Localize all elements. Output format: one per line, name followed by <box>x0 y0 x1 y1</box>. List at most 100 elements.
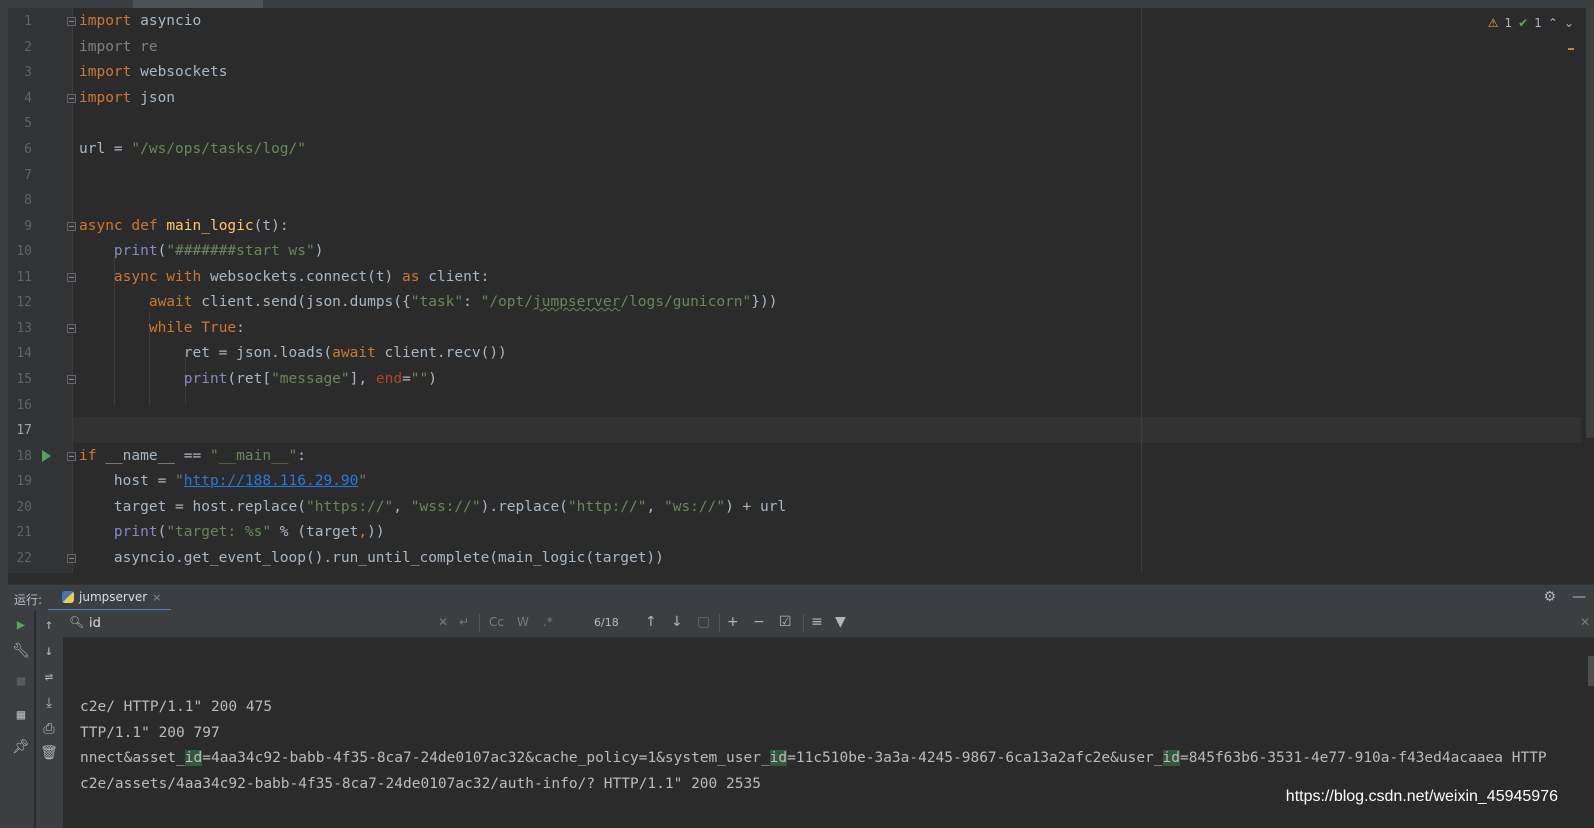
line-number: 16 <box>16 398 32 413</box>
line-number: 10 <box>16 244 32 259</box>
warning-count: 1 <box>1504 16 1513 30</box>
line-number: 13 <box>16 321 32 336</box>
filter-icon[interactable]: ▼ <box>835 614 846 630</box>
code-editor[interactable]: 1 2 3 4 5 6 7 8 9 10 11 12 13 14 15 16 1… <box>8 8 1594 573</box>
code-line-12: await client.send(json.dumps({"task": "/… <box>148 294 778 310</box>
console-line: nnect&asset_id=4aa34c92-babb-4f35-8ca7-2… <box>80 750 1547 766</box>
check-icon: ✔ <box>1518 16 1529 30</box>
arrow-up-icon[interactable]: ↑ <box>40 616 58 634</box>
line-number: 2 <box>24 40 32 55</box>
run-gutter-icon[interactable] <box>42 450 51 462</box>
code-line-19: host = "http://188.116.29.90" <box>79 473 368 489</box>
fold-marker[interactable] <box>67 222 76 231</box>
code-line-14: ret = json.loads(await client.recv()) <box>79 345 507 361</box>
soft-wrap-icon[interactable]: ⇌ <box>40 668 58 686</box>
fold-marker[interactable] <box>67 273 76 282</box>
fold-marker[interactable] <box>67 375 76 384</box>
console-line: c2e/assets/4aa34c92-babb-4f35-8ca7-24de0… <box>80 776 761 792</box>
fold-marker[interactable] <box>67 17 76 26</box>
line-number: 3 <box>24 65 32 80</box>
close-search-icon[interactable]: ✕ <box>1580 615 1590 629</box>
run-panel-title: 运行: <box>14 593 43 607</box>
fold-marker[interactable] <box>67 324 76 333</box>
line-number: 9 <box>24 219 32 234</box>
line-number: 21 <box>16 525 32 540</box>
next-match-icon[interactable]: ↓ <box>671 614 683 630</box>
code-line-22: asyncio.get_event_loop().run_until_compl… <box>79 550 664 566</box>
code-line-9: async def main_logic(t): <box>79 218 289 234</box>
line-number: 19 <box>16 474 32 489</box>
separator <box>719 614 720 632</box>
console-search-bar: 🔍︎ ✕ ↵ Cc W .* 6/18 ↑ ↓ ▢ + − ☑ ≡ ▼ ✕ <box>63 610 1594 638</box>
minimize-icon[interactable]: — <box>1572 589 1586 605</box>
code-line-13: while True: <box>148 320 245 336</box>
regex-toggle[interactable]: .* <box>543 615 553 629</box>
editor-tab-strip[interactable] <box>0 0 1594 8</box>
fold-marker[interactable] <box>67 554 76 563</box>
right-margin-guide <box>1141 8 1142 573</box>
line-number: 1 <box>24 14 32 29</box>
search-match: id <box>184 750 203 766</box>
newline-icon[interactable]: ↵ <box>459 615 469 629</box>
code-line-18: if __name__ == "__main__": <box>79 448 307 464</box>
search-input[interactable] <box>89 614 449 632</box>
search-match: id <box>769 750 788 766</box>
rerun-icon[interactable]: ▶ <box>12 616 30 634</box>
url-link[interactable]: http://188.116.29.90 <box>184 473 359 489</box>
chevron-up-icon[interactable]: ⌃ <box>1548 16 1558 30</box>
line-number: 12 <box>16 295 32 310</box>
whole-word-toggle[interactable]: W <box>517 615 529 629</box>
select-all-icon[interactable]: ▢ <box>697 614 710 630</box>
scroll-to-end-icon[interactable]: ⤓ <box>40 694 58 712</box>
separator <box>479 614 480 632</box>
stop-icon[interactable]: ■ <box>12 672 30 690</box>
line-number: 11 <box>16 270 32 285</box>
wrench-icon[interactable]: 🔧︎ <box>12 642 30 660</box>
watermark: https://blog.csdn.net/weixin_45945976 <box>1285 788 1558 805</box>
line-number: 5 <box>24 116 32 131</box>
fold-marker[interactable] <box>67 94 76 103</box>
code-line-21: print("target: %s" % (target,)) <box>113 524 385 540</box>
python-icon <box>62 591 74 603</box>
match-case-toggle[interactable]: Cc <box>489 615 504 629</box>
gutter-divider <box>72 8 73 573</box>
code-line-4: import json <box>79 90 176 106</box>
inspection-widget[interactable]: ⚠ 1 ✔ 1 ⌃ ⌄ <box>1488 16 1574 30</box>
code-line-11: async with websockets.connect(t) as clie… <box>113 269 490 285</box>
editor-tab-active[interactable] <box>133 0 263 8</box>
add-occurrence-icon[interactable]: + <box>727 614 739 630</box>
code-line-2: import re <box>79 39 158 55</box>
warning-icon: ⚠ <box>1487 16 1499 30</box>
line-number: 4 <box>24 91 32 106</box>
line-number: 8 <box>24 193 32 208</box>
prev-match-icon[interactable]: ↑ <box>645 614 657 630</box>
line-number: 20 <box>16 500 32 515</box>
pin-icon[interactable]: 📌︎ <box>12 738 30 756</box>
select-all-occurrences-icon[interactable]: ☑ <box>779 614 792 630</box>
arrow-down-icon[interactable]: ↓ <box>40 642 58 660</box>
editor-scrollbar[interactable] <box>1586 8 1594 438</box>
layout-icon[interactable]: ▦ <box>12 706 30 724</box>
close-icon[interactable]: × <box>152 591 161 604</box>
warning-scroll-marker[interactable] <box>1568 48 1574 50</box>
gear-icon[interactable]: ⚙ <box>1543 589 1556 605</box>
run-tab-jumpserver[interactable]: jumpserver × <box>48 585 172 612</box>
line-number: 7 <box>24 168 32 183</box>
line-number: 22 <box>16 551 32 566</box>
line-number: 6 <box>24 142 32 157</box>
clear-search-icon[interactable]: ✕ <box>438 615 448 629</box>
code-line-20: target = host.replace("https://", "wss:/… <box>79 499 787 515</box>
remove-occurrence-icon[interactable]: − <box>753 614 765 630</box>
fold-marker[interactable] <box>67 452 76 461</box>
console-toolbar: ↑ ↓ ⇌ ⤓ ⎙ 🗑︎ <box>36 610 64 828</box>
code-line-1: import asyncio <box>79 13 202 29</box>
run-tab-label: jumpserver <box>79 590 148 604</box>
print-icon[interactable]: ⎙ <box>40 720 58 738</box>
filter-lines-icon[interactable]: ≡ <box>811 614 823 630</box>
chevron-down-icon[interactable]: ⌄ <box>1564 16 1574 30</box>
trash-icon[interactable]: 🗑︎ <box>40 744 58 762</box>
console-scrollbar[interactable] <box>1588 656 1594 686</box>
search-icon[interactable]: 🔍︎ <box>69 615 84 629</box>
code-line-6: url = "/ws/ops/tasks/log/" <box>79 141 306 157</box>
current-line-highlight <box>73 417 1581 443</box>
